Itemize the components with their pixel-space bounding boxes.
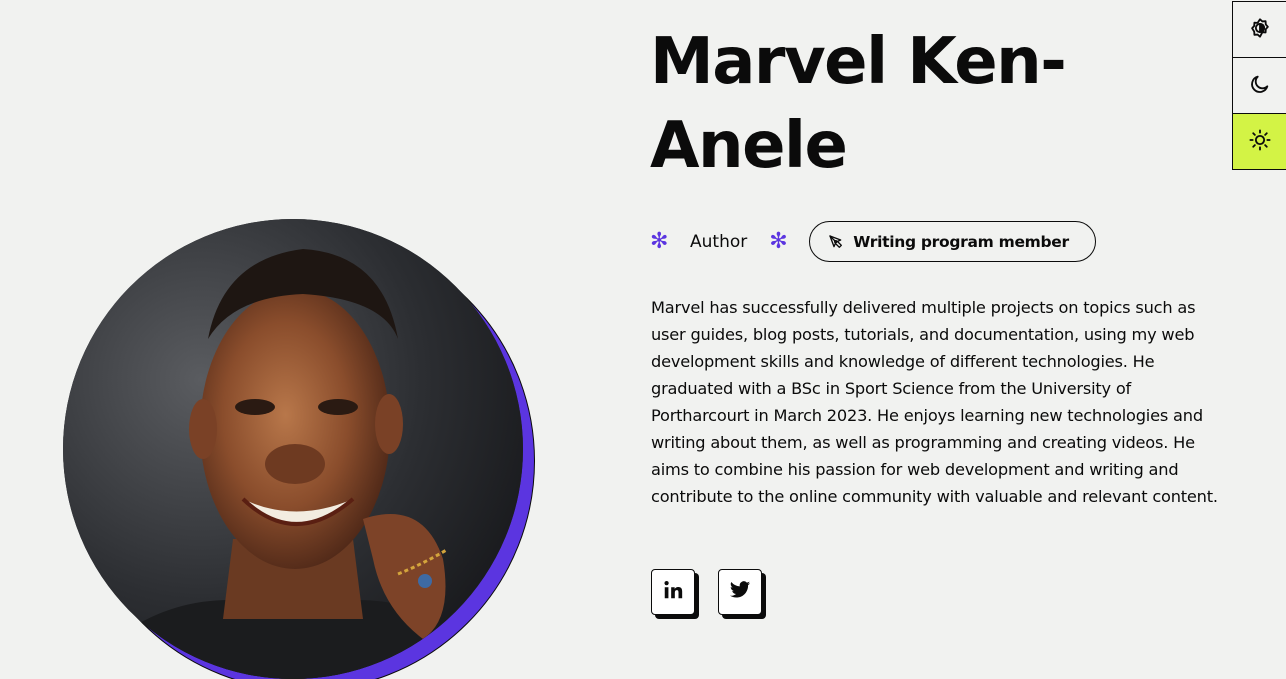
social-links [651,569,762,615]
theme-light-button[interactable] [1233,114,1286,169]
linkedin-link[interactable] [651,569,695,615]
author-meta-row: ✻ Author ✻ Writing program member [650,221,1096,262]
twitter-link[interactable] [718,569,762,615]
sun-icon [1249,128,1271,155]
author-portrait [63,219,535,679]
author-bio: Marvel has successfully delivered multip… [651,298,1218,506]
moon-icon [1249,73,1271,99]
theme-auto-button[interactable] [1233,2,1286,58]
badge-label: Writing program member [853,232,1069,251]
linkedin-icon [662,579,684,605]
pen-nib-icon [828,234,844,250]
writing-program-badge: Writing program member [809,221,1096,262]
theme-switcher [1232,1,1286,170]
author-profile-page: Marvel Ken-Anele ✻ Author ✻ Writing prog… [0,0,1286,679]
twitter-icon [729,579,751,605]
author-name: Marvel Ken-Anele [650,25,1067,183]
auto-contrast-icon [1249,17,1271,43]
asterisk-icon: ✻ [650,228,669,254]
author-role: Author [690,231,748,252]
asterisk-icon: ✻ [769,228,788,254]
author-photo [63,219,523,679]
theme-dark-button[interactable] [1233,58,1286,114]
